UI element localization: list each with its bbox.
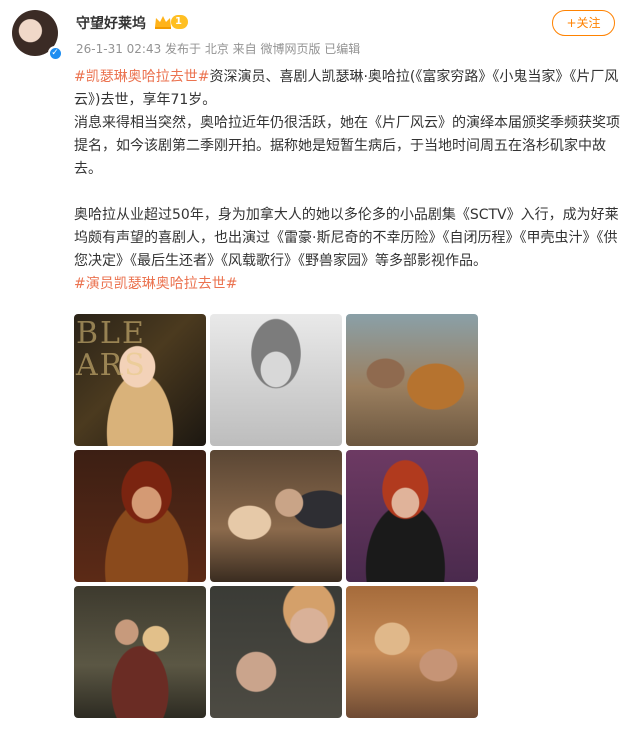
photo-7[interactable] <box>74 586 206 718</box>
photo-9[interactable] <box>346 586 478 718</box>
photo-grid: BLE ARS <box>74 314 479 718</box>
photo-8[interactable] <box>210 586 342 718</box>
photo-5[interactable] <box>210 450 342 582</box>
post-content: #凯瑟琳奥哈拉去世#资深演员、喜剧人凯瑟琳·奥哈拉(《富家穷路》《小鬼当家》《片… <box>74 66 620 296</box>
hashtag-link[interactable]: #凯瑟琳奥哈拉去世# <box>74 69 209 85</box>
verified-check-icon: ✓ <box>48 46 62 60</box>
hashtag-link[interactable]: #演员凯瑟琳奥哈拉去世# <box>74 276 237 292</box>
paragraph-2: 消息来得相当突然，奥哈拉近年仍很活跃，她在《片厂风云》的演绎本届颁奖季频获奖项提… <box>74 115 620 177</box>
crown-icon <box>155 16 171 29</box>
photo-2[interactable] <box>210 314 342 446</box>
photo-6[interactable] <box>346 450 478 582</box>
photo-4[interactable] <box>74 450 206 582</box>
paragraph-3: 奥哈拉从业超过50年，身为加拿大人的她以多伦多的小品剧集《SCTV》入行，成为好… <box>74 207 619 269</box>
follow-button[interactable]: +关注 <box>552 10 615 36</box>
photo-3[interactable] <box>346 314 478 446</box>
level-badge: 1 <box>171 15 188 29</box>
post-meta: 26-1-31 02:43 发布于 北京 来自 微博网页版 已编辑 <box>76 42 361 56</box>
photo-1-background-lettering: BLE ARS <box>76 316 147 383</box>
username[interactable]: 守望好莱坞 <box>76 13 146 33</box>
photo-1[interactable]: BLE ARS <box>74 314 206 446</box>
paragraph-1: #凯瑟琳奥哈拉去世#资深演员、喜剧人凯瑟琳·奥哈拉(《富家穷路》《小鬼当家》《片… <box>74 66 620 112</box>
paragraph-4: #演员凯瑟琳奥哈拉去世# <box>74 273 620 296</box>
